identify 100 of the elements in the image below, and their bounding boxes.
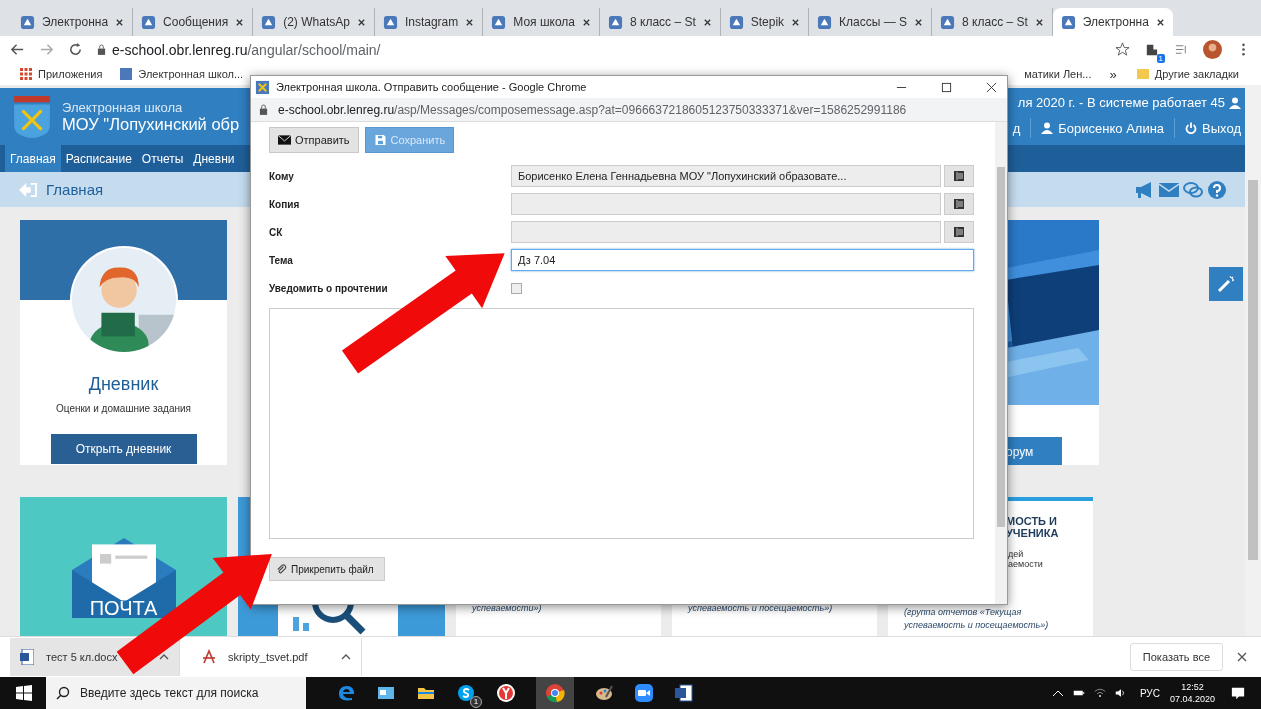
browser-tab[interactable]: Stepik	[720, 8, 810, 36]
site-icon	[608, 14, 623, 30]
browser-tab[interactable]: Электронна	[12, 8, 134, 36]
subject-field[interactable]: Дз 7.04	[511, 249, 974, 271]
logout-link[interactable]: Выход	[1202, 120, 1241, 136]
envelope-icon[interactable]	[1159, 180, 1179, 199]
reading-list-icon[interactable]	[1174, 42, 1189, 57]
browser-tab[interactable]: Instagram	[374, 8, 484, 36]
skype-icon[interactable]	[456, 683, 476, 703]
address-book-button[interactable]	[944, 221, 974, 243]
chat-icon[interactable]	[1183, 180, 1203, 199]
address-field[interactable]: e-school.obr.lenreg.ru/angular/school/main/	[112, 41, 381, 58]
close-icon[interactable]	[1237, 652, 1247, 662]
browser-tab[interactable]: 8 класс – St	[600, 8, 721, 36]
user-link[interactable]: Борисенко Алина	[1058, 120, 1165, 136]
chrome-icon[interactable]	[536, 677, 574, 709]
close-icon[interactable]	[356, 17, 366, 27]
attach-file-button[interactable]: Прикрепить файл	[269, 557, 385, 581]
send-button[interactable]: Отправить	[269, 127, 359, 153]
browser-tab[interactable]: Электронна	[1052, 8, 1173, 36]
bookmark[interactable]: Другие закладки	[1154, 68, 1239, 80]
site-icon	[817, 14, 833, 30]
address-book-button[interactable]	[944, 193, 974, 215]
clock[interactable]: 12:52 07.04.2020	[1169, 681, 1215, 705]
word-icon[interactable]	[674, 683, 694, 703]
browser-tab[interactable]: (2) WhatsAp	[253, 8, 375, 36]
site-icon	[382, 14, 398, 30]
back-icon[interactable]	[10, 42, 25, 57]
site-icon	[261, 14, 277, 30]
reload-icon[interactable]	[68, 42, 83, 57]
magic-wand-button[interactable]	[1209, 267, 1243, 301]
paint-icon[interactable]	[594, 683, 614, 703]
paperclip-icon	[276, 563, 287, 575]
close-icon[interactable]	[1034, 17, 1044, 27]
notifications-icon[interactable]	[1231, 686, 1245, 700]
browser-tab[interactable]: Классы — S	[809, 8, 933, 36]
card-note: успеваемости»)	[472, 602, 543, 615]
close-icon[interactable]	[582, 17, 591, 27]
open-diary-button[interactable]: Открыть дневник	[50, 434, 197, 464]
close-icon[interactable]	[465, 17, 475, 27]
site-icon	[255, 79, 270, 95]
window-title: Электронная школа. Отправить сообщение - Google Chrome	[276, 81, 587, 93]
recipient-field[interactable]	[511, 193, 941, 215]
bookmark[interactable]: Электронная школ...	[138, 68, 244, 80]
envelope-icon	[278, 135, 291, 145]
browser-tab[interactable]: 8 класс – St	[932, 8, 1053, 36]
user-icon	[1041, 122, 1054, 134]
site-name: Электронная школа	[62, 99, 184, 115]
bookmark[interactable]: Приложения	[38, 68, 103, 80]
bookmarks-overflow[interactable]: »	[1109, 66, 1117, 82]
search-icon	[56, 686, 70, 700]
edge-icon[interactable]	[336, 683, 356, 703]
menu-item[interactable]: Дневни	[188, 145, 240, 172]
close-icon[interactable]	[235, 17, 245, 27]
yandex-browser-icon[interactable]	[496, 683, 516, 703]
close-icon[interactable]	[914, 17, 924, 27]
search-field[interactable]: Введите здесь текст для поиска	[46, 677, 306, 709]
scrollbar[interactable]	[995, 122, 1007, 604]
card-title: Дневник	[88, 374, 159, 395]
close-icon[interactable]	[115, 17, 125, 27]
site-icon	[491, 14, 507, 30]
speaker-icon[interactable]	[1114, 688, 1127, 698]
menu-item[interactable]: Главная	[5, 145, 61, 172]
language-indicator[interactable]: РУС	[1139, 687, 1160, 699]
help-icon[interactable]	[1207, 180, 1227, 199]
windows-icon[interactable]	[16, 685, 32, 701]
menu-item[interactable]: Расписание	[60, 145, 137, 172]
bookmark[interactable]: матики Лен...	[1024, 68, 1092, 80]
recipient-field[interactable]	[511, 221, 941, 243]
word-file-icon	[20, 649, 34, 665]
video-camera-icon[interactable]	[634, 683, 654, 703]
address-book-icon	[953, 170, 965, 182]
menu-item[interactable]: Отчеты	[136, 145, 189, 172]
close-icon[interactable]	[702, 17, 712, 27]
field-label: Уведомить о прочтении	[269, 282, 389, 294]
address-book-button[interactable]	[944, 165, 974, 187]
apps-icon[interactable]	[20, 68, 32, 80]
caret-icon[interactable]	[341, 654, 351, 660]
pdf-file-icon	[202, 649, 216, 665]
maximize-icon[interactable]	[941, 81, 952, 93]
download-item[interactable]: skripty_tsvet.pdf	[192, 638, 362, 676]
avatar-icon[interactable]	[1203, 40, 1222, 59]
show-all-button[interactable]: Показать все	[1129, 643, 1223, 671]
folder-icon	[1136, 68, 1149, 80]
mail-card[interactable]: ПОЧТА	[20, 497, 227, 636]
chevron-icon[interactable]	[1051, 688, 1064, 698]
close-icon[interactable]	[1155, 17, 1165, 27]
close-icon[interactable]	[986, 81, 997, 93]
close-icon[interactable]	[791, 17, 801, 27]
browser-tab[interactable]: Моя школа	[483, 8, 600, 36]
count-badge: 1	[1156, 53, 1165, 63]
header-link[interactable]: д	[1012, 120, 1021, 136]
scrollbar[interactable]	[1245, 85, 1261, 636]
card-note: успеваемость и посещаемость»)	[688, 602, 834, 615]
recipient-field[interactable]: Борисенко Елена Геннадьевна МОУ "Лопухинский образовате...	[511, 165, 941, 187]
star-icon[interactable]	[1115, 42, 1130, 57]
checkbox[interactable]	[511, 282, 522, 294]
wifi-icon[interactable]	[1093, 688, 1106, 698]
battery-icon[interactable]	[1072, 688, 1085, 698]
browser-tab[interactable]: Сообщения	[133, 8, 254, 36]
